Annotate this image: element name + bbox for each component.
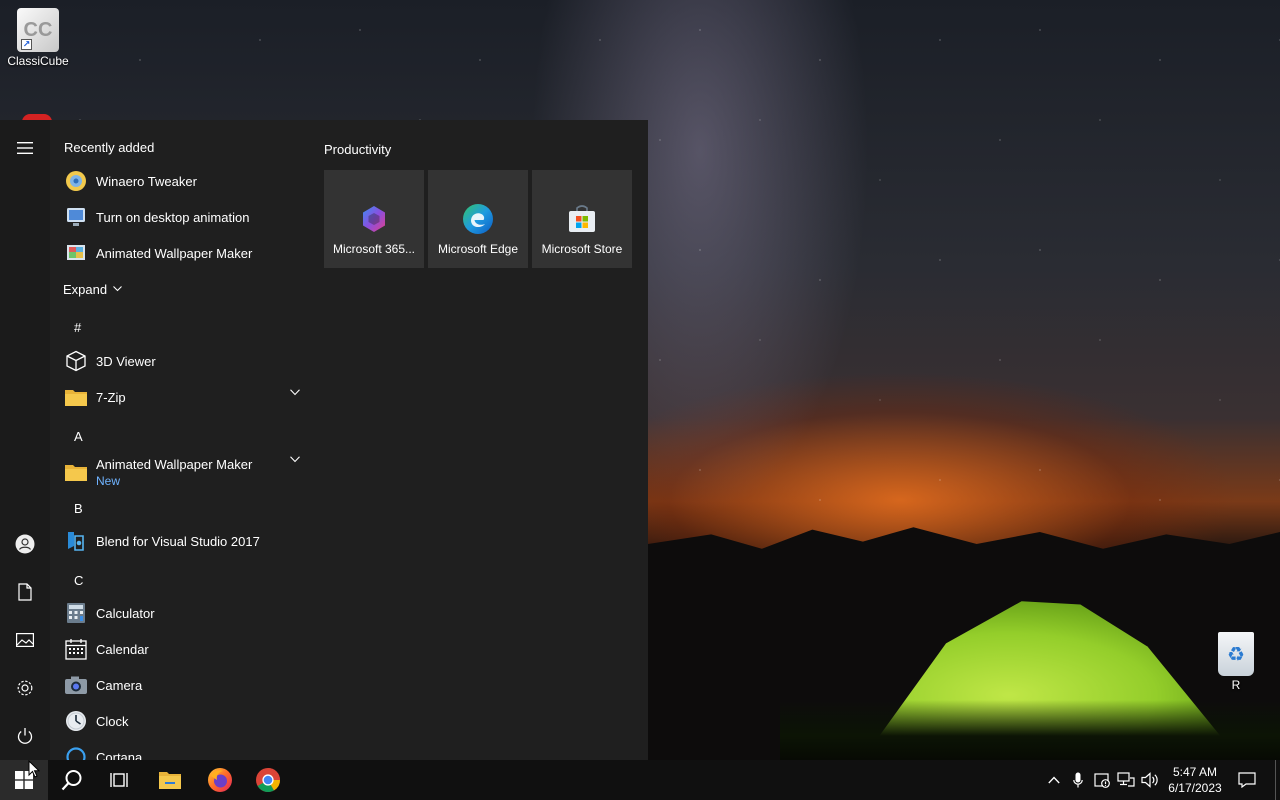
- tile-microsoft-365[interactable]: Microsoft 365...: [324, 170, 424, 268]
- tiles-area: Productivity Microsoft 365... Microsoft …: [312, 120, 648, 760]
- microsoft-365-icon: [357, 202, 391, 236]
- desktop-icon-label: R: [1231, 678, 1241, 692]
- show-desktop-button[interactable]: [1275, 760, 1280, 800]
- winaero-tweaker-icon: [64, 169, 88, 193]
- section-letter-hash[interactable]: #: [74, 320, 81, 335]
- folder-icon: [64, 460, 88, 484]
- settings-icon: [17, 680, 33, 696]
- volume-icon: [1141, 772, 1158, 788]
- app-item-calculator[interactable]: Calculator: [50, 595, 312, 631]
- desktop-icon-recycle-bin[interactable]: ♻ R: [1198, 632, 1274, 692]
- settings-button[interactable]: [0, 666, 50, 710]
- calculator-icon: [64, 601, 88, 625]
- section-letter-c[interactable]: C: [74, 573, 83, 588]
- desktop-icon-classicube[interactable]: CC ↗ ClassiCube: [0, 8, 76, 68]
- app-item-desktop-animation[interactable]: Turn on desktop animation: [50, 199, 312, 235]
- user-icon: [15, 534, 35, 554]
- start-menu: Recently added Winaero Tweaker Turn on d…: [0, 120, 648, 760]
- clock-icon: [64, 709, 88, 733]
- volume-tray-button[interactable]: [1138, 768, 1162, 792]
- pictures-icon: [16, 633, 34, 647]
- notification-icon: [1238, 772, 1256, 788]
- power-button[interactable]: [0, 714, 50, 758]
- microphone-icon: [1073, 772, 1083, 788]
- app-item-3d-viewer[interactable]: 3D Viewer: [50, 343, 312, 379]
- chevron-up-icon: [1048, 776, 1060, 784]
- section-letter-a[interactable]: A: [74, 429, 83, 444]
- app-item-animated-wallpaper-maker-recent[interactable]: Animated Wallpaper Maker: [50, 235, 312, 271]
- taskbar: 5:47 AM 6/17/2023: [0, 760, 1280, 800]
- expand-menu-button[interactable]: [0, 126, 50, 170]
- section-letter-b[interactable]: B: [74, 501, 83, 516]
- security-tray-button[interactable]: [1090, 768, 1114, 792]
- start-button[interactable]: [0, 760, 48, 800]
- shortcut-arrow-icon: ↗: [21, 39, 32, 50]
- cube-3d-icon: [64, 349, 88, 373]
- app-item-cortana[interactable]: Cortana: [50, 739, 312, 760]
- app-folder-animated-wallpaper-maker[interactable]: Animated Wallpaper Maker New: [50, 450, 312, 494]
- new-badge: New: [96, 473, 121, 488]
- chevron-down-icon[interactable]: [290, 456, 300, 463]
- tile-microsoft-store[interactable]: Microsoft Store: [532, 170, 632, 268]
- wallpaper-maker-icon: [64, 241, 88, 265]
- firefox-button[interactable]: [196, 760, 244, 800]
- app-item-calendar[interactable]: Calendar: [50, 631, 312, 667]
- documents-button[interactable]: [0, 570, 50, 614]
- microphone-tray-button[interactable]: [1066, 768, 1090, 792]
- show-hidden-icons-button[interactable]: [1042, 768, 1066, 792]
- document-icon: [18, 583, 32, 601]
- network-icon: [1117, 772, 1135, 787]
- clock-date: 6/17/2023: [1168, 781, 1222, 795]
- edge-icon: [461, 202, 495, 236]
- blend-icon: [64, 529, 88, 553]
- search-icon: [61, 770, 82, 791]
- desktop-icon-label: ClassiCube: [7, 54, 69, 68]
- action-center-button[interactable]: [1235, 768, 1259, 792]
- app-item-blend[interactable]: Blend for Visual Studio 2017: [50, 523, 312, 559]
- clock-time: 5:47 AM: [1172, 765, 1218, 779]
- tile-group-title[interactable]: Productivity: [324, 142, 391, 157]
- power-icon: [17, 728, 33, 744]
- monitor-icon: [64, 205, 88, 229]
- store-icon: [565, 202, 599, 236]
- app-item-clock[interactable]: Clock: [50, 703, 312, 739]
- chrome-icon: [256, 768, 280, 793]
- calendar-icon: [64, 637, 88, 661]
- chevron-down-icon: [113, 286, 122, 292]
- network-tray-button[interactable]: [1114, 768, 1138, 792]
- camera-icon: [64, 673, 88, 697]
- recently-added-heading: Recently added: [64, 140, 155, 155]
- hamburger-icon: [17, 142, 33, 154]
- recycle-bin-icon: ♻: [1218, 632, 1254, 676]
- folder-icon: [64, 385, 88, 409]
- app-list: Recently added Winaero Tweaker Turn on d…: [50, 120, 312, 760]
- task-view-button[interactable]: [96, 760, 144, 800]
- security-icon: [1094, 773, 1110, 788]
- firefox-icon: [208, 768, 232, 792]
- app-item-camera[interactable]: Camera: [50, 667, 312, 703]
- file-explorer-button[interactable]: [146, 760, 194, 800]
- account-button[interactable]: [0, 522, 50, 566]
- pictures-button[interactable]: [0, 618, 50, 662]
- taskbar-clock[interactable]: 5:47 AM 6/17/2023: [1164, 764, 1226, 796]
- app-name: Animated Wallpaper Maker: [96, 456, 253, 472]
- file-explorer-icon: [159, 772, 181, 789]
- mouse-cursor-icon: [28, 760, 40, 778]
- tile-microsoft-edge[interactable]: Microsoft Edge: [428, 170, 528, 268]
- app-item-winaero-tweaker[interactable]: Winaero Tweaker: [50, 163, 312, 199]
- app-folder-7zip[interactable]: 7-Zip: [50, 379, 312, 415]
- search-button[interactable]: [48, 760, 96, 800]
- start-rail: [0, 120, 50, 760]
- grass-foreground: [780, 700, 1280, 760]
- classicube-icon: CC ↗: [17, 8, 59, 52]
- chrome-button[interactable]: [244, 760, 292, 800]
- cortana-icon: [64, 745, 88, 760]
- task-view-icon: [110, 773, 128, 787]
- chevron-down-icon[interactable]: [290, 389, 300, 396]
- expand-recent-button[interactable]: Expand: [50, 271, 312, 307]
